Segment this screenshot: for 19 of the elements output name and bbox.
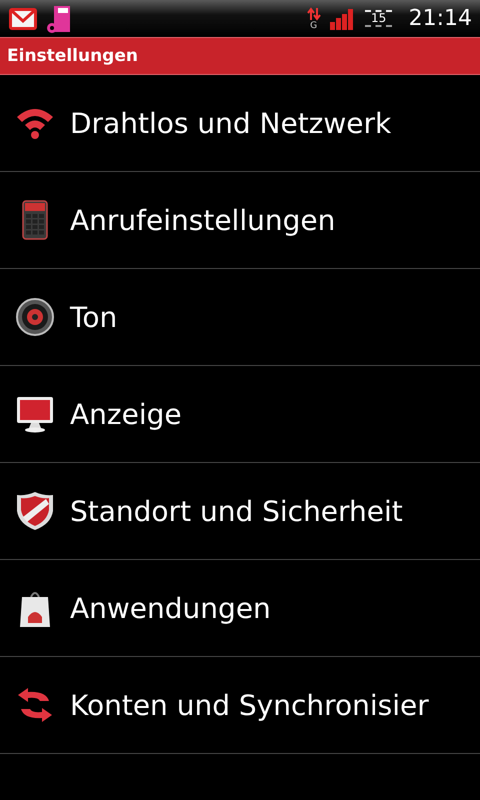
settings-item[interactable]: Anwendungen: [0, 560, 480, 657]
monitor-icon: [16, 395, 54, 433]
network-type: G: [310, 20, 318, 30]
settings-item[interactable]: Standort und Sicherheit: [0, 463, 480, 560]
shield-icon: [16, 491, 54, 531]
battery-level: 15: [364, 10, 392, 27]
screen-title: Einstellungen: [0, 37, 480, 75]
mail-icon[interactable]: [8, 6, 38, 32]
settings-item[interactable]: Ton: [0, 269, 480, 366]
speaker-icon: [15, 297, 55, 337]
keypad-phone-icon: [22, 200, 48, 240]
settings-item[interactable]: Anrufeinstellungen: [0, 172, 480, 269]
settings-item[interactable]: Drahtlos und Netzwerk: [0, 75, 480, 172]
settings-item[interactable]: Anzeige: [0, 366, 480, 463]
clock: 21:14: [408, 6, 472, 31]
sync-arrows-icon: [16, 687, 54, 723]
data-arrows-icon: [306, 6, 321, 20]
settings-item[interactable]: Konten und Synchronisier: [0, 657, 480, 754]
signal-icon: [328, 8, 355, 30]
